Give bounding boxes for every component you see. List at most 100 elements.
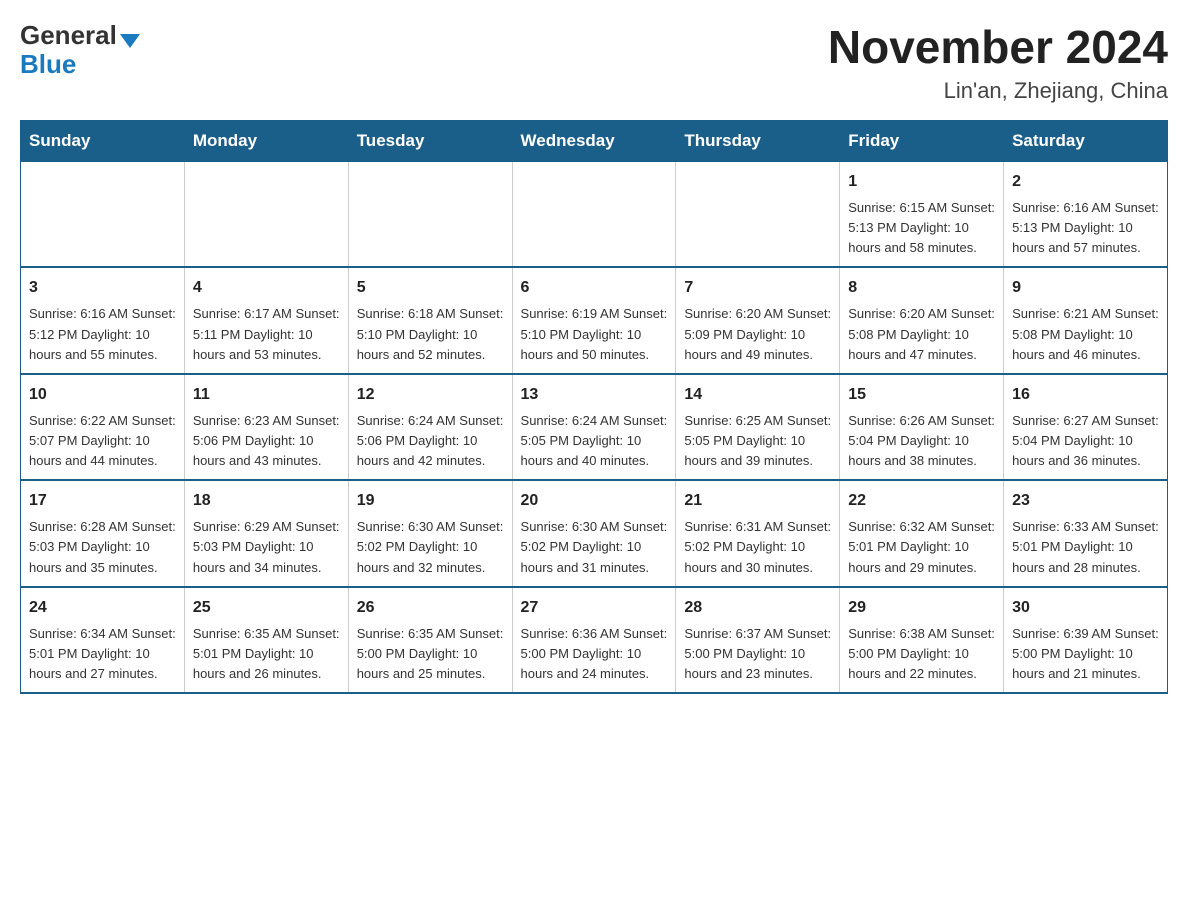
day-info: Sunrise: 6:17 AM Sunset: 5:11 PM Dayligh… — [193, 304, 340, 364]
title-area: November 2024 Lin'an, Zhejiang, China — [828, 20, 1168, 104]
day-number: 6 — [521, 276, 668, 300]
day-info: Sunrise: 6:28 AM Sunset: 5:03 PM Dayligh… — [29, 517, 176, 577]
logo-general-text: General — [20, 20, 117, 51]
day-cell: 10 Sunrise: 6:22 AM Sunset: 5:07 PM Dayli… — [21, 374, 185, 480]
day-number: 10 — [29, 383, 176, 407]
day-cell: 17 Sunrise: 6:28 AM Sunset: 5:03 PM Dayli… — [21, 480, 185, 586]
week-row-3: 10 Sunrise: 6:22 AM Sunset: 5:07 PM Dayli… — [21, 374, 1168, 480]
day-info: Sunrise: 6:29 AM Sunset: 5:03 PM Dayligh… — [193, 517, 340, 577]
day-number: 15 — [848, 383, 995, 407]
day-cell: 2 Sunrise: 6:16 AM Sunset: 5:13 PM Daylig… — [1004, 162, 1168, 268]
logo-general: General — [20, 20, 140, 51]
day-info: Sunrise: 6:34 AM Sunset: 5:01 PM Dayligh… — [29, 624, 176, 684]
day-number: 8 — [848, 276, 995, 300]
day-number: 14 — [684, 383, 831, 407]
day-number: 16 — [1012, 383, 1159, 407]
day-number: 25 — [193, 596, 340, 620]
day-info: Sunrise: 6:24 AM Sunset: 5:05 PM Dayligh… — [521, 411, 668, 471]
day-cell: 20 Sunrise: 6:30 AM Sunset: 5:02 PM Dayli… — [512, 480, 676, 586]
week-row-5: 24 Sunrise: 6:34 AM Sunset: 5:01 PM Dayli… — [21, 587, 1168, 693]
day-number: 2 — [1012, 170, 1159, 194]
day-number: 4 — [193, 276, 340, 300]
day-number: 18 — [193, 489, 340, 513]
day-number: 7 — [684, 276, 831, 300]
day-cell — [348, 162, 512, 268]
day-number: 17 — [29, 489, 176, 513]
day-info: Sunrise: 6:30 AM Sunset: 5:02 PM Dayligh… — [357, 517, 504, 577]
day-info: Sunrise: 6:19 AM Sunset: 5:10 PM Dayligh… — [521, 304, 668, 364]
day-cell: 30Sunrise: 6:39 AM Sunset: 5:00 PM Dayli… — [1004, 587, 1168, 693]
day-info: Sunrise: 6:18 AM Sunset: 5:10 PM Dayligh… — [357, 304, 504, 364]
day-number: 19 — [357, 489, 504, 513]
day-number: 11 — [193, 383, 340, 407]
day-cell: 13 Sunrise: 6:24 AM Sunset: 5:05 PM Dayli… — [512, 374, 676, 480]
day-number: 24 — [29, 596, 176, 620]
day-info: Sunrise: 6:16 AM Sunset: 5:12 PM Dayligh… — [29, 304, 176, 364]
day-number: 13 — [521, 383, 668, 407]
day-cell: 4 Sunrise: 6:17 AM Sunset: 5:11 PM Daylig… — [184, 267, 348, 373]
day-cell: 5Sunrise: 6:18 AM Sunset: 5:10 PM Daylig… — [348, 267, 512, 373]
day-number: 12 — [357, 383, 504, 407]
week-row-2: 3Sunrise: 6:16 AM Sunset: 5:12 PM Daylig… — [21, 267, 1168, 373]
day-info: Sunrise: 6:16 AM Sunset: 5:13 PM Dayligh… — [1012, 198, 1159, 258]
day-cell: 22Sunrise: 6:32 AM Sunset: 5:01 PM Dayli… — [840, 480, 1004, 586]
day-number: 20 — [521, 489, 668, 513]
day-cell — [676, 162, 840, 268]
day-cell: 8Sunrise: 6:20 AM Sunset: 5:08 PM Daylig… — [840, 267, 1004, 373]
day-info: Sunrise: 6:38 AM Sunset: 5:00 PM Dayligh… — [848, 624, 995, 684]
day-cell: 26 Sunrise: 6:35 AM Sunset: 5:00 PM Dayli… — [348, 587, 512, 693]
week-row-4: 17 Sunrise: 6:28 AM Sunset: 5:03 PM Dayli… — [21, 480, 1168, 586]
day-cell: 11Sunrise: 6:23 AM Sunset: 5:06 PM Dayli… — [184, 374, 348, 480]
day-cell: 15 Sunrise: 6:26 AM Sunset: 5:04 PM Dayli… — [840, 374, 1004, 480]
month-title: November 2024 — [828, 20, 1168, 74]
location-title: Lin'an, Zhejiang, China — [828, 78, 1168, 104]
day-info: Sunrise: 6:22 AM Sunset: 5:07 PM Dayligh… — [29, 411, 176, 471]
week-row-1: 1 Sunrise: 6:15 AM Sunset: 5:13 PM Daylig… — [21, 162, 1168, 268]
day-info: Sunrise: 6:25 AM Sunset: 5:05 PM Dayligh… — [684, 411, 831, 471]
day-cell: 28 Sunrise: 6:37 AM Sunset: 5:00 PM Dayli… — [676, 587, 840, 693]
day-number: 1 — [848, 170, 995, 194]
day-cell: 21Sunrise: 6:31 AM Sunset: 5:02 PM Dayli… — [676, 480, 840, 586]
day-info: Sunrise: 6:21 AM Sunset: 5:08 PM Dayligh… — [1012, 304, 1159, 364]
weekday-header-tuesday: Tuesday — [348, 121, 512, 162]
day-number: 29 — [848, 596, 995, 620]
day-cell: 19 Sunrise: 6:30 AM Sunset: 5:02 PM Dayli… — [348, 480, 512, 586]
logo-blue-text: Blue — [20, 49, 76, 80]
day-info: Sunrise: 6:37 AM Sunset: 5:00 PM Dayligh… — [684, 624, 831, 684]
day-cell: 23 Sunrise: 6:33 AM Sunset: 5:01 PM Dayli… — [1004, 480, 1168, 586]
day-info: Sunrise: 6:31 AM Sunset: 5:02 PM Dayligh… — [684, 517, 831, 577]
weekday-header-thursday: Thursday — [676, 121, 840, 162]
day-cell: 1 Sunrise: 6:15 AM Sunset: 5:13 PM Daylig… — [840, 162, 1004, 268]
day-cell: 12 Sunrise: 6:24 AM Sunset: 5:06 PM Dayli… — [348, 374, 512, 480]
weekday-header-wednesday: Wednesday — [512, 121, 676, 162]
day-info: Sunrise: 6:32 AM Sunset: 5:01 PM Dayligh… — [848, 517, 995, 577]
day-info: Sunrise: 6:26 AM Sunset: 5:04 PM Dayligh… — [848, 411, 995, 471]
day-info: Sunrise: 6:30 AM Sunset: 5:02 PM Dayligh… — [521, 517, 668, 577]
day-cell: 25 Sunrise: 6:35 AM Sunset: 5:01 PM Dayli… — [184, 587, 348, 693]
day-number: 28 — [684, 596, 831, 620]
day-number: 23 — [1012, 489, 1159, 513]
day-info: Sunrise: 6:20 AM Sunset: 5:09 PM Dayligh… — [684, 304, 831, 364]
day-info: Sunrise: 6:15 AM Sunset: 5:13 PM Dayligh… — [848, 198, 995, 258]
day-info: Sunrise: 6:33 AM Sunset: 5:01 PM Dayligh… — [1012, 517, 1159, 577]
day-cell: 24 Sunrise: 6:34 AM Sunset: 5:01 PM Dayli… — [21, 587, 185, 693]
day-cell — [512, 162, 676, 268]
day-cell: 9Sunrise: 6:21 AM Sunset: 5:08 PM Daylig… — [1004, 267, 1168, 373]
day-info: Sunrise: 6:36 AM Sunset: 5:00 PM Dayligh… — [521, 624, 668, 684]
day-number: 26 — [357, 596, 504, 620]
day-info: Sunrise: 6:35 AM Sunset: 5:01 PM Dayligh… — [193, 624, 340, 684]
weekday-header-friday: Friday — [840, 121, 1004, 162]
calendar-table: SundayMondayTuesdayWednesdayThursdayFrid… — [20, 120, 1168, 694]
day-cell: 3Sunrise: 6:16 AM Sunset: 5:12 PM Daylig… — [21, 267, 185, 373]
weekday-header-row: SundayMondayTuesdayWednesdayThursdayFrid… — [21, 121, 1168, 162]
day-number: 27 — [521, 596, 668, 620]
day-info: Sunrise: 6:24 AM Sunset: 5:06 PM Dayligh… — [357, 411, 504, 471]
day-cell — [21, 162, 185, 268]
day-info: Sunrise: 6:39 AM Sunset: 5:00 PM Dayligh… — [1012, 624, 1159, 684]
day-cell: 29 Sunrise: 6:38 AM Sunset: 5:00 PM Dayli… — [840, 587, 1004, 693]
day-cell — [184, 162, 348, 268]
weekday-header-sunday: Sunday — [21, 121, 185, 162]
day-cell: 6 Sunrise: 6:19 AM Sunset: 5:10 PM Daylig… — [512, 267, 676, 373]
day-info: Sunrise: 6:35 AM Sunset: 5:00 PM Dayligh… — [357, 624, 504, 684]
logo-arrow-icon — [120, 34, 140, 48]
